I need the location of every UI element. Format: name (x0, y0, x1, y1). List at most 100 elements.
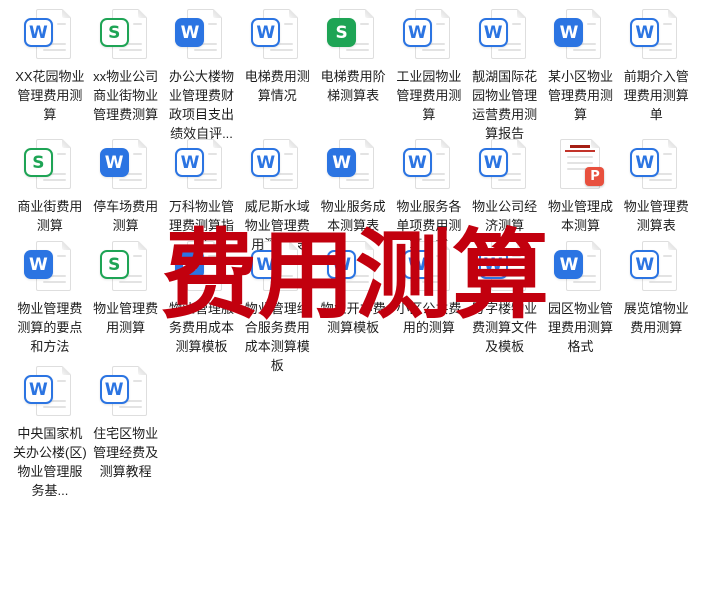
file-item[interactable]: S 电梯费用阶梯测算表 (315, 8, 391, 143)
page-text-line (649, 49, 673, 51)
file-item[interactable]: W 前期介入管理费用测算单 (618, 8, 694, 143)
file-item[interactable]: S 商业街费用测算 (12, 138, 88, 254)
page-fold-corner (213, 139, 223, 148)
file-name-label: XX花园物业管理费用测算 (15, 69, 85, 122)
page-fold-corner (516, 139, 526, 148)
page-text-line (56, 380, 66, 382)
file-item[interactable]: W 园区物业管理费用测算格式 (543, 240, 619, 375)
app-badge: W (175, 18, 205, 47)
app-badge: S (23, 148, 53, 177)
file-item[interactable]: W 物业公司经济测算 (467, 138, 543, 254)
page-text-line (132, 23, 142, 25)
word-document-icon: W (629, 8, 683, 61)
word-document-icon: W (174, 138, 228, 191)
page-text-line (208, 23, 218, 25)
page-text-line (132, 380, 142, 382)
ppt-badge: P (585, 167, 605, 186)
page-text-line (194, 281, 218, 283)
file-item[interactable]: W 停车场费用测算 (88, 138, 164, 254)
app-badge: W (402, 250, 432, 279)
page-text-line (497, 179, 521, 181)
file-item[interactable]: S 物业管理费用测算 (88, 240, 164, 375)
page-fold-corner (592, 241, 602, 250)
file-item[interactable]: W 万科物业管理费测算指引 (164, 138, 240, 254)
page-text-line (346, 281, 370, 283)
page-text-line (208, 255, 218, 257)
file-name-label: 物业管理费用测算 (93, 301, 159, 335)
file-item[interactable]: W 物业管理综合服务费用成本测算模板 (239, 240, 315, 375)
word-document-icon: W (478, 240, 532, 293)
page-text-line (567, 162, 594, 164)
word-document-icon: W (250, 240, 304, 293)
file-item[interactable]: W 物业管理费测算的要点和方法 (12, 240, 88, 375)
app-badge: W (251, 18, 281, 47)
file-item[interactable]: W 住宅区物业管理经费及测算教程 (88, 365, 164, 500)
page-text-line (42, 406, 66, 408)
page-text-line (42, 49, 66, 51)
page-fold-corner (440, 9, 450, 18)
file-name-label: 办公大楼物业管理费财政项目支出绩效自评... (168, 69, 234, 141)
app-badge: W (175, 148, 205, 177)
page-text-line (132, 153, 142, 155)
word-document-icon: W (553, 240, 607, 293)
word-document-icon: W (23, 240, 77, 293)
page-text-line (649, 281, 673, 283)
file-item[interactable]: W 办公大楼物业管理费财政项目支出绩效自评... (164, 8, 240, 143)
page-fold-corner (289, 241, 299, 250)
page-text-line (421, 49, 445, 51)
word-document-icon: W (326, 240, 380, 293)
file-item[interactable]: W 物业服务成本测算表 (315, 138, 391, 254)
page-text-line (270, 179, 294, 181)
file-item[interactable]: W 展览馆物业费用测算 (618, 240, 694, 375)
page-text-line (435, 23, 445, 25)
file-name-label: 写字楼物业费测算文件及模板 (472, 301, 538, 354)
page-text-line (42, 281, 66, 283)
page-text-line (435, 153, 445, 155)
page-fold-corner (289, 139, 299, 148)
file-item[interactable]: W 物业管理费测算表 (618, 138, 694, 254)
file-name-label: xx物业公司商业街物业管理费测算 (93, 69, 159, 122)
page-text-line (194, 49, 218, 51)
word-document-icon: W (553, 8, 607, 61)
ppt-rule-line (565, 150, 596, 152)
word-document-icon: W (402, 138, 456, 191)
page-text-line (573, 49, 597, 51)
page-fold-corner (440, 139, 450, 148)
word-document-icon: W (629, 138, 683, 191)
page-text-line (573, 281, 597, 283)
word-document-icon: W (402, 240, 456, 293)
page-text-line (663, 255, 673, 257)
file-item[interactable]: W 写字楼物业费测算文件及模板 (467, 240, 543, 375)
file-item[interactable]: W 物业开办费测算模板 (315, 240, 391, 375)
page-text-line (497, 49, 521, 51)
app-badge: W (630, 250, 660, 279)
file-item[interactable]: W 小区公共费用的测算 (391, 240, 467, 375)
page-text-line (511, 23, 521, 25)
page-text-line (194, 179, 218, 181)
file-item[interactable]: W 物业管理服务费用成本测算模板 (164, 240, 240, 375)
spreadsheet-file-icon: S (326, 8, 380, 61)
file-item[interactable]: W XX花园物业管理费用测算 (12, 8, 88, 143)
page-fold-corner (440, 241, 450, 250)
page-text-line (118, 179, 142, 181)
file-item[interactable]: W 靓湖国际花园物业管理运营费用测算报告 (467, 8, 543, 143)
file-item[interactable]: W 电梯费用测算情况 (239, 8, 315, 143)
file-name-label: 商业街费用测算 (17, 199, 83, 233)
file-item[interactable]: S xx物业公司商业街物业管理费测算 (88, 8, 164, 143)
word-document-icon: W (174, 8, 228, 61)
file-item[interactable]: P 物业管理成本测算 (543, 138, 619, 254)
presentation-file-icon: P (553, 138, 607, 191)
page-text-line (270, 49, 294, 51)
page-text-line (360, 255, 370, 257)
page-text-line (663, 153, 673, 155)
word-document-icon: W (250, 138, 304, 191)
file-item[interactable]: W 工业园物业管理费用测算 (391, 8, 467, 143)
file-item[interactable]: W 某小区物业管理费用测算 (543, 8, 619, 143)
page-text-line (270, 281, 294, 283)
file-item[interactable]: W 中央国家机关办公楼(区)物业管理服务基... (12, 365, 88, 500)
file-item[interactable]: W 物业服务各单项费用测算公式 (391, 138, 467, 254)
file-item[interactable]: W 威尼斯水域物业管理费用测算表 (239, 138, 315, 254)
page-fold-corner (516, 9, 526, 18)
app-badge: W (554, 250, 584, 279)
page-text-line (118, 406, 142, 408)
